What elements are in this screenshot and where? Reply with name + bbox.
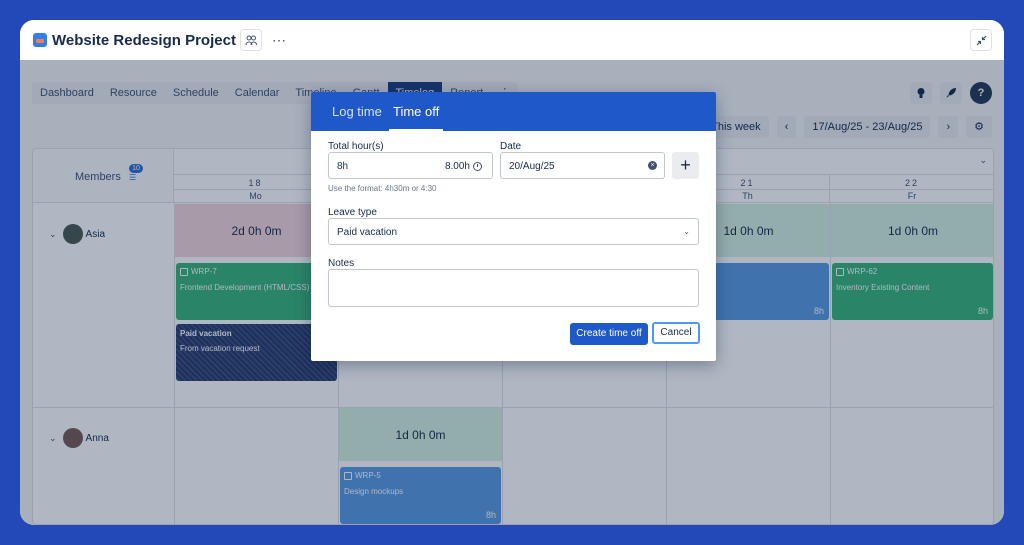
collapse-icon[interactable] bbox=[970, 29, 992, 51]
create-time-off-button[interactable]: Create time off bbox=[570, 323, 648, 345]
clock-icon bbox=[473, 162, 482, 171]
cancel-button[interactable]: Cancel bbox=[652, 322, 700, 344]
computed-hours: 8.00h bbox=[445, 161, 482, 172]
team-icon[interactable] bbox=[239, 29, 262, 51]
more-options-button[interactable]: ⋯ bbox=[272, 32, 287, 49]
total-hours-label: Total hour(s) bbox=[328, 141, 384, 152]
app-logo-icon bbox=[33, 33, 47, 47]
project-title: Website Redesign Project bbox=[52, 31, 236, 49]
chevron-down-icon: ⌄ bbox=[683, 227, 690, 236]
add-date-button[interactable]: + bbox=[672, 152, 699, 179]
clear-icon[interactable]: × bbox=[648, 161, 657, 170]
format-hint: Use the format: 4h30m or 4:30 bbox=[328, 184, 437, 193]
title-bar: Website Redesign Project ⋯ bbox=[20, 20, 1004, 60]
tab-time-off[interactable]: Time off bbox=[388, 92, 444, 131]
leave-type-label: Leave type bbox=[328, 207, 377, 218]
date-field[interactable]: 20/Aug/25 × bbox=[500, 152, 665, 179]
date-value: 20/Aug/25 bbox=[509, 161, 555, 172]
leave-type-select[interactable]: Paid vacation ⌄ bbox=[328, 218, 699, 245]
tab-log-time[interactable]: Log time bbox=[332, 92, 382, 131]
notes-field[interactable] bbox=[328, 269, 699, 307]
dialog-tabs: Log time Time off bbox=[311, 92, 716, 131]
computed-hours-value: 8.00h bbox=[444, 161, 470, 172]
total-hours-field[interactable]: 8h 8.00h bbox=[328, 152, 493, 179]
notes-label: Notes bbox=[328, 258, 355, 269]
date-label: Date bbox=[500, 141, 522, 152]
total-hours-value: 8h bbox=[337, 161, 349, 172]
leave-type-value: Paid vacation bbox=[337, 227, 398, 238]
time-off-dialog: Log time Time off Total hour(s) 8h 8.00h… bbox=[311, 92, 716, 361]
